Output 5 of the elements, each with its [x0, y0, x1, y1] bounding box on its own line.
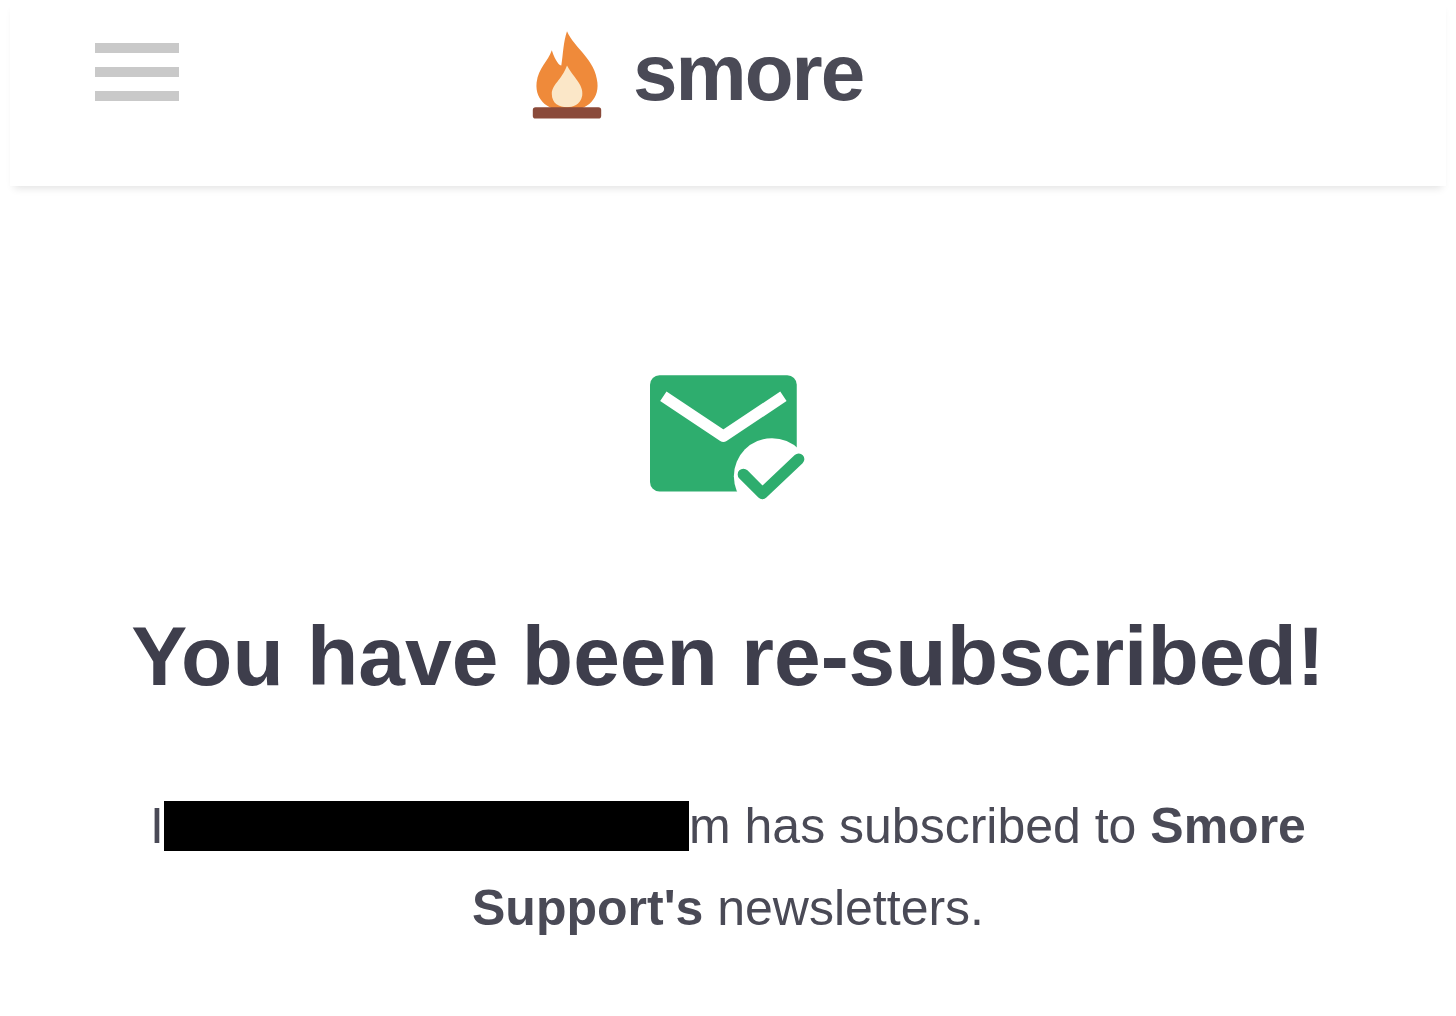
- message-text: m has subscribed to Smore Support's newsletters.: [472, 798, 1306, 936]
- brand-name[interactable]: smore: [633, 27, 864, 119]
- email-fragment: I: [150, 798, 164, 854]
- confirmation-title: You have been re-subscribed!: [131, 608, 1325, 705]
- menu-icon[interactable]: [95, 43, 179, 101]
